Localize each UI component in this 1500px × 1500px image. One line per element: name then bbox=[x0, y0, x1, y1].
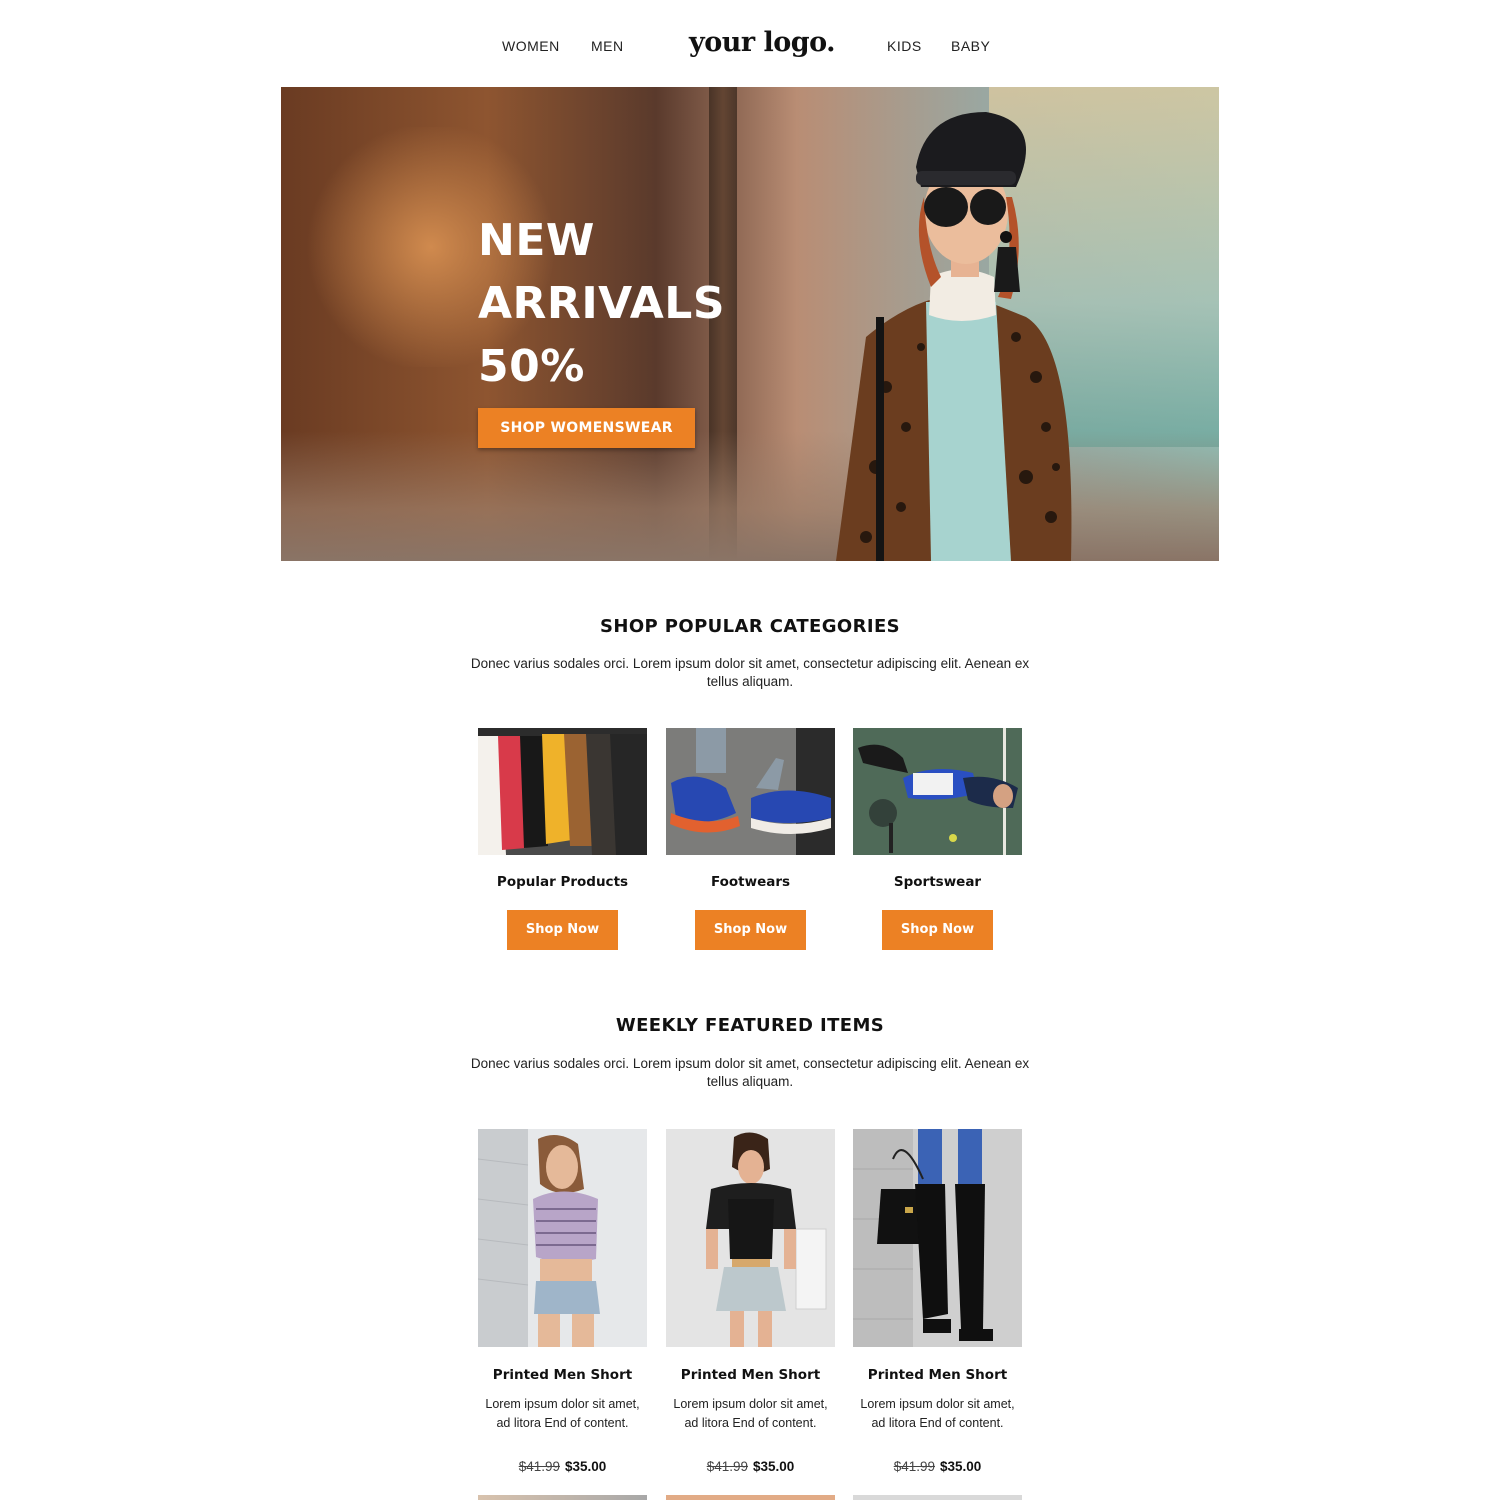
categories-title: SHOP POPULAR CATEGORIES bbox=[599, 616, 901, 637]
category-name: Sportswear bbox=[893, 874, 982, 890]
nav-link-kids[interactable]: KIDS bbox=[887, 38, 922, 54]
nav-link-women[interactable]: WOMEN bbox=[502, 38, 560, 54]
next-row-image-peek bbox=[666, 1495, 835, 1500]
top-navigation: WOMEN MEN your logo. KIDS BABY bbox=[0, 0, 1500, 88]
shop-now-button[interactable]: Shop Now bbox=[507, 910, 618, 950]
featured-item-name: Printed Men Short bbox=[680, 1367, 821, 1383]
shop-now-button[interactable]: Shop Now bbox=[882, 910, 993, 950]
sportswear-image[interactable] bbox=[853, 728, 1022, 855]
featured-item-description: Lorem ipsum dolor sit amet, ad litora En… bbox=[673, 1397, 828, 1430]
nav-link-men[interactable]: MEN bbox=[591, 38, 624, 54]
shop-now-button[interactable]: Shop Now bbox=[695, 910, 806, 950]
hero-title: NEW ARRIVALS 50% bbox=[478, 215, 726, 392]
featured-item-image[interactable] bbox=[666, 1129, 835, 1347]
footwears-image[interactable] bbox=[666, 728, 835, 855]
featured-description: Donec varius sodales orci. Lorem ipsum d… bbox=[470, 1056, 1030, 1089]
brand-logo[interactable]: your logo. bbox=[689, 27, 836, 58]
hero-banner: NEW ARRIVALS 50% SHOP WOMENSWEAR bbox=[281, 87, 1219, 561]
price-row: $41.99 $35.00 bbox=[853, 1459, 1022, 1474]
next-row-image-peek bbox=[478, 1495, 647, 1500]
old-price: $41.99 bbox=[518, 1459, 560, 1474]
price-row: $41.99 $35.00 bbox=[478, 1459, 647, 1474]
category-name: Popular Products bbox=[496, 874, 629, 890]
hero-model-image bbox=[836, 112, 1072, 561]
featured-item-description: Lorem ipsum dolor sit amet, ad litora En… bbox=[485, 1397, 640, 1430]
featured-title: WEEKLY FEATURED ITEMS bbox=[615, 1015, 885, 1036]
featured-item-image[interactable] bbox=[478, 1129, 647, 1347]
featured-item-description: Lorem ipsum dolor sit amet, ad litora En… bbox=[860, 1397, 1015, 1430]
price-row: $41.99 $35.00 bbox=[666, 1459, 835, 1474]
categories-description: Donec varius sodales orci. Lorem ipsum d… bbox=[470, 656, 1030, 689]
featured-item-name: Printed Men Short bbox=[867, 1367, 1008, 1383]
current-price: $35.00 bbox=[753, 1459, 795, 1474]
shop-womenswear-button[interactable]: SHOP WOMENSWEAR bbox=[478, 408, 695, 448]
nav-link-baby[interactable]: BABY bbox=[951, 38, 990, 54]
current-price: $35.00 bbox=[565, 1459, 607, 1474]
old-price: $41.99 bbox=[706, 1459, 748, 1474]
category-name: Footwears bbox=[710, 874, 791, 890]
featured-item-name: Printed Men Short bbox=[492, 1367, 633, 1383]
current-price: $35.00 bbox=[940, 1459, 982, 1474]
next-row-image-peek bbox=[853, 1495, 1022, 1500]
featured-item-image[interactable] bbox=[853, 1129, 1022, 1347]
popular-products-image[interactable] bbox=[478, 728, 647, 855]
old-price: $41.99 bbox=[893, 1459, 935, 1474]
